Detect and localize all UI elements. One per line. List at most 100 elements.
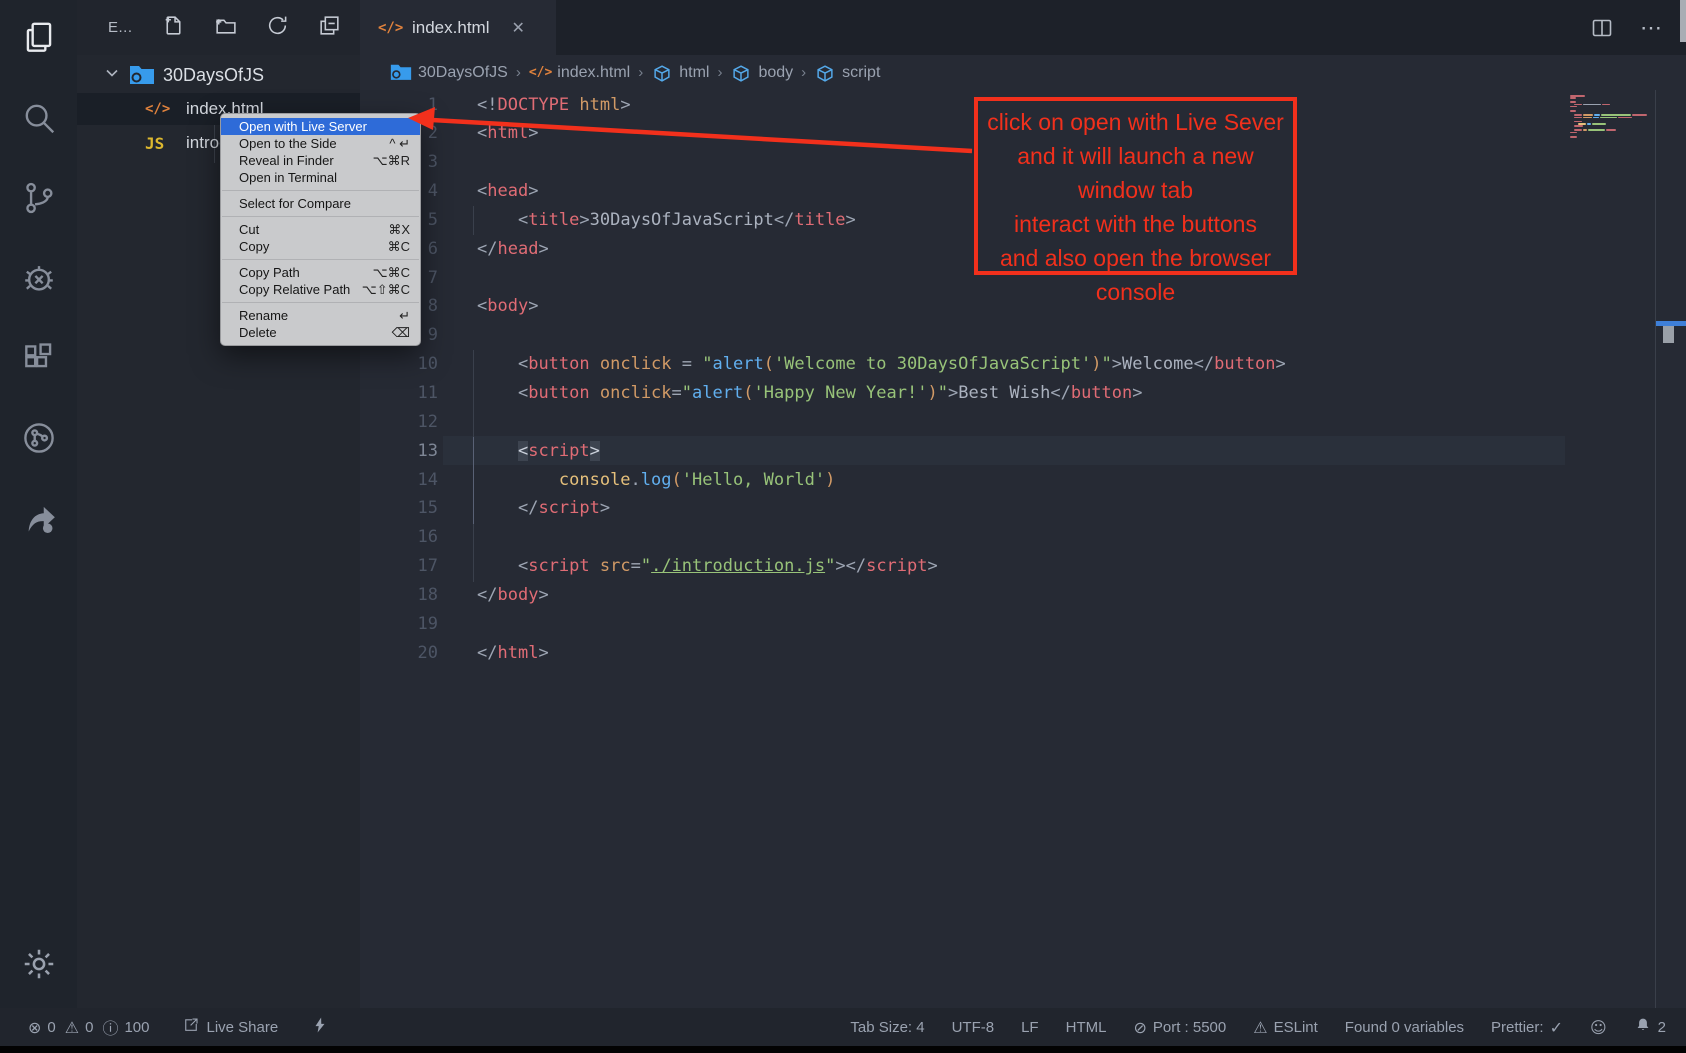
menu-separator: [222, 190, 419, 191]
check-icon: ✓: [1550, 1018, 1563, 1037]
menu-item-select-for-compare[interactable]: Select for Compare: [221, 195, 420, 212]
tab-label: index.html: [412, 18, 489, 38]
settings-gear-button[interactable]: [0, 936, 77, 996]
symbol-cube-icon: [814, 63, 836, 83]
close-icon[interactable]: ✕: [511, 18, 524, 38]
breadcrumb-label: html: [679, 64, 709, 82]
status-item-tab-size-4[interactable]: Tab Size: 4: [850, 1019, 924, 1036]
tab-index-html[interactable]: </> index.html ✕: [360, 0, 556, 55]
code-line: 15 </script>: [360, 494, 1565, 523]
extensions-icon: [20, 339, 58, 382]
activity-bar-item-search[interactable]: [0, 88, 77, 152]
tabbar-scrollbar[interactable]: [1680, 0, 1686, 42]
status-item-0[interactable]: ⚠0: [65, 1018, 94, 1037]
menu-item-copy-path[interactable]: Copy Path⌥⌘C: [221, 264, 420, 281]
explorer-header: E...: [77, 0, 360, 55]
new-folder-icon[interactable]: [213, 13, 238, 43]
split-editor-icon[interactable]: [1590, 16, 1614, 40]
minimap-line: [1570, 106, 1577, 108]
minimap-line: [1574, 114, 1582, 116]
code-line: 9: [360, 321, 1565, 350]
minimap-line: [1632, 114, 1647, 116]
status-item-text: 0: [85, 1019, 93, 1036]
status-item-utf-8[interactable]: UTF-8: [952, 1019, 995, 1036]
status-item-prettier-[interactable]: Prettier: ✓: [1491, 1018, 1563, 1037]
activity-bar-item-live-share[interactable]: [0, 408, 77, 472]
line-number: 1: [360, 95, 438, 115]
activity-bar-item-explorer[interactable]: [0, 8, 77, 72]
js-file-icon: JS: [145, 134, 179, 153]
minimap-line: [1570, 110, 1576, 112]
status-item-text: 100: [124, 1019, 149, 1036]
menu-item-label: Open with Live Server: [239, 119, 410, 134]
breadcrumb-item-script[interactable]: script: [814, 63, 880, 83]
more-actions-icon[interactable]: ⋯: [1640, 15, 1664, 41]
error-glyph: ⊗: [28, 1018, 41, 1037]
code-line: 5 <title>30DaysOfJavaScript</title>: [360, 205, 1565, 234]
debug-icon: [20, 259, 58, 302]
status-item-text: Prettier:: [1491, 1019, 1544, 1036]
menu-item-copy-relative-path[interactable]: Copy Relative Path⌥⇧⌘C: [221, 281, 420, 298]
folder-name: 30DaysOfJS: [163, 65, 264, 86]
menu-item-label: Reveal in Finder: [239, 153, 373, 168]
menu-item-open-in-terminal[interactable]: Open in Terminal: [221, 169, 420, 186]
minimap-line: [1583, 129, 1587, 131]
menu-item-shortcut: ⌫: [392, 325, 410, 341]
explorer-title: E...: [108, 19, 133, 36]
code-line: 14 console.log('Hello, World'): [360, 465, 1565, 494]
menu-item-label: Open in Terminal: [239, 170, 410, 185]
status-item-text: Tab Size: 4: [850, 1019, 924, 1036]
breadcrumb-item-index.html[interactable]: </>index.html: [529, 64, 630, 82]
menu-item-open-to-the-side[interactable]: Open to the Side^ ↵: [221, 135, 420, 152]
scrollbar-handle[interactable]: [1663, 326, 1674, 343]
status-item-found-0-variables[interactable]: Found 0 variables: [1345, 1019, 1464, 1036]
status-item-icon[interactable]: [311, 1016, 329, 1038]
minimap-line: [1574, 129, 1582, 131]
menu-item-reveal-in-finder[interactable]: Reveal in Finder⌥⌘R: [221, 152, 420, 169]
breadcrumb-item-html[interactable]: html: [651, 63, 709, 83]
activity-bar-item-extensions[interactable]: [0, 328, 77, 392]
breadcrumb-label: script: [842, 64, 880, 82]
minimap[interactable]: [1570, 95, 1656, 145]
menu-item-copy[interactable]: Copy⌘C: [221, 238, 420, 255]
minimap-divider: [1655, 90, 1656, 1008]
menu-item-rename[interactable]: Rename↵: [221, 307, 420, 324]
status-item-lf[interactable]: LF: [1021, 1019, 1039, 1036]
new-file-icon[interactable]: [161, 13, 186, 43]
breadcrumb-label: index.html: [557, 64, 630, 82]
refresh-icon[interactable]: [265, 13, 290, 43]
minimap-line: [1570, 97, 1576, 99]
status-item-live-share[interactable]: Live Share: [182, 1016, 278, 1038]
menu-item-delete[interactable]: Delete⌫: [221, 324, 420, 341]
tree-item-folder[interactable]: 30DaysOfJS: [77, 57, 360, 93]
status-item-0[interactable]: ⊗0: [28, 1018, 56, 1037]
window-bottom-edge: [0, 1046, 1686, 1053]
line-number: 15: [360, 498, 438, 518]
minimap-line: [1583, 104, 1601, 106]
activity-bar-item-source-control[interactable]: [0, 168, 77, 232]
status-bar: ⊗0⚠0ⓘ100Live Share Tab Size: 4UTF-8LFHTM…: [0, 1008, 1686, 1046]
status-item-port-5500[interactable]: ⊘Port : 5500: [1133, 1018, 1226, 1037]
breadcrumb-item-30DaysOfJS[interactable]: 30DaysOfJS: [390, 63, 508, 83]
breadcrumb-separator: ›: [717, 64, 722, 81]
code-line: 1<!DOCTYPE html>: [360, 90, 1565, 119]
activity-bar-item-live-server[interactable]: [0, 488, 77, 552]
status-item-html[interactable]: HTML: [1066, 1019, 1107, 1036]
menu-item-open-with-live-server[interactable]: Open with Live Server: [221, 118, 420, 135]
status-item-100[interactable]: ⓘ100: [102, 1015, 149, 1039]
status-item--[interactable]: ☺: [1590, 1018, 1607, 1037]
line-number: 14: [360, 470, 438, 490]
menu-item-cut[interactable]: Cut⌘X: [221, 221, 420, 238]
chevron-down-icon: [104, 65, 120, 86]
status-item-2[interactable]: 2: [1634, 1016, 1666, 1038]
code-tokens: <script src="./introduction.js"></script…: [477, 556, 938, 576]
status-item-eslint[interactable]: ⚠ESLint: [1253, 1018, 1318, 1037]
status-item-text: Port : 5500: [1153, 1019, 1226, 1036]
breadcrumb-item-body[interactable]: body: [730, 63, 793, 83]
html-file-icon: </>: [145, 101, 179, 117]
menu-item-shortcut: ⌘X: [388, 222, 410, 238]
line-number: 17: [360, 556, 438, 576]
collapse-all-icon[interactable]: [317, 13, 342, 43]
activity-bar-item-debug[interactable]: [0, 248, 77, 312]
code-line: 7: [360, 263, 1565, 292]
